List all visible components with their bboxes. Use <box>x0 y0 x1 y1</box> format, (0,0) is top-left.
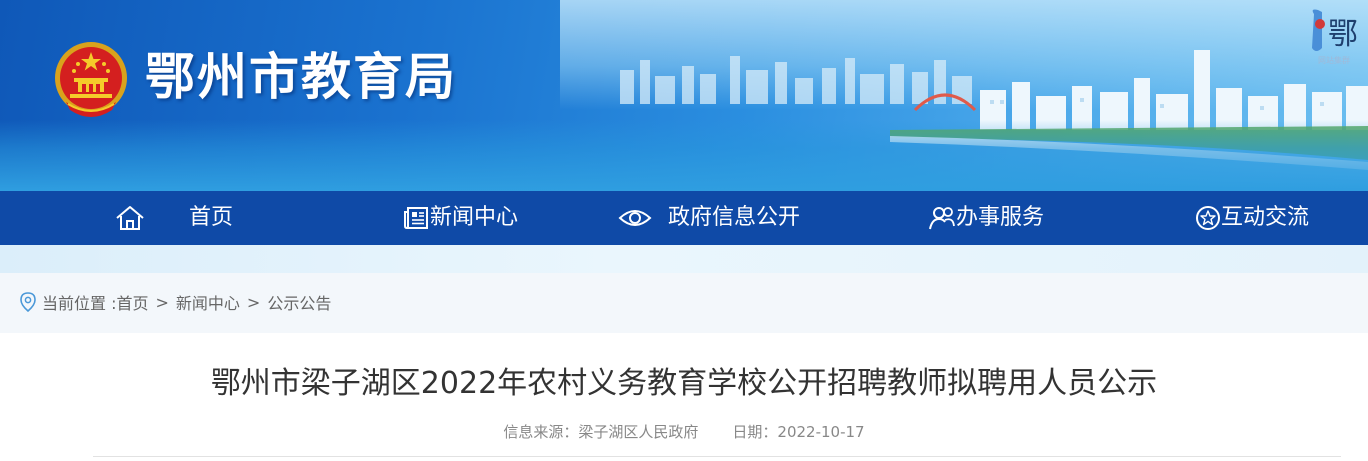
divider <box>93 456 1341 457</box>
date-label: 日期： <box>732 423 778 441</box>
article-title: 鄂州市梁子湖区2022年农村义务教育学校公开招聘教师拟聘用人员公示 <box>210 366 1158 401</box>
breadcrumb-link-news[interactable]: 新闻中心 <box>176 290 240 314</box>
star-circle-icon <box>1196 206 1220 230</box>
breadcrumb: 当前位置 : 首页 > 新闻中心 > 公示公告 <box>20 290 331 314</box>
source-value: 梁子湖区人民政府 <box>578 423 699 441</box>
breadcrumb-prefix: 当前位置 : <box>42 294 117 313</box>
badge-caption: 网站集群 <box>1318 56 1350 65</box>
breadcrumb-separator: > <box>155 292 169 312</box>
nav-item-home[interactable]: 首页 <box>114 191 233 245</box>
breadcrumb-link-notices[interactable]: 公示公告 <box>267 290 331 314</box>
source-label: 信息来源： <box>503 423 579 441</box>
header-banner: 鄂州市教育局 鄂 网站集群 <box>0 0 1368 191</box>
date-value: 2022-10-17 <box>777 423 865 441</box>
decorative-band <box>0 245 1368 273</box>
banner-water <box>0 120 1368 191</box>
svg-text:鄂: 鄂 <box>1328 17 1358 52</box>
breadcrumb-separator: > <box>246 292 261 312</box>
breadcrumb-link-home[interactable]: 首页 <box>116 290 148 314</box>
nav-label-home: 首页 <box>189 205 234 230</box>
nav-item-interaction[interactable]: 互动交流 <box>1195 191 1309 245</box>
eye-icon <box>618 210 652 226</box>
nav-item-gov-info[interactable]: 政府信息公开 <box>618 191 800 245</box>
national-emblem-icon <box>55 42 127 117</box>
nav-item-services[interactable]: 办事服务 <box>928 191 1044 245</box>
home-icon <box>116 206 144 230</box>
people-icon <box>929 207 955 230</box>
site-title: 鄂州市教育局 <box>145 47 457 106</box>
nav-label-interaction: 互动交流 <box>1221 205 1310 230</box>
nav-label-news: 新闻中心 <box>430 205 519 230</box>
nav-label-gov-info: 政府信息公开 <box>668 205 801 230</box>
main-nav: 首页 新闻中心 政府信息公开 办事服务 互动交流 <box>0 191 1368 245</box>
location-pin-icon <box>20 292 36 312</box>
newspaper-icon <box>404 207 428 229</box>
article-meta: 信息来源：梁子湖区人民政府 日期：2022-10-17 <box>0 421 1368 442</box>
nav-label-services: 办事服务 <box>956 205 1045 230</box>
nav-item-news[interactable]: 新闻中心 <box>402 191 518 245</box>
